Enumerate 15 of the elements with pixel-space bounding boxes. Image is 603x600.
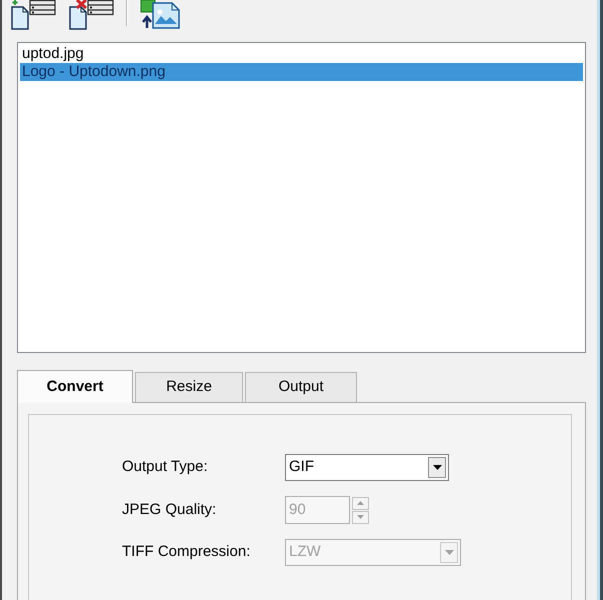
field-label: TIFF Compression:	[122, 542, 252, 562]
caret-icon	[432, 465, 442, 470]
tab[interactable]: Convert	[17, 370, 133, 403]
caret-icon	[444, 550, 454, 555]
dropdown[interactable]: GIF	[285, 454, 449, 481]
down-caret-icon	[357, 515, 364, 519]
field-label: Output Type:	[122, 457, 209, 478]
file-list[interactable]: uptod.jpg Logo - Uptodown.png	[17, 42, 586, 353]
tab[interactable]: Resize	[135, 372, 243, 402]
image-convert-icon[interactable]	[139, 0, 181, 30]
file-list-item[interactable]: Logo - Uptodown.png	[20, 63, 583, 81]
dropdown-button[interactable]	[428, 457, 446, 478]
up-caret-icon	[357, 501, 364, 505]
field-label: JPEG Quality:	[122, 500, 218, 520]
tab[interactable]: Output	[245, 372, 357, 402]
